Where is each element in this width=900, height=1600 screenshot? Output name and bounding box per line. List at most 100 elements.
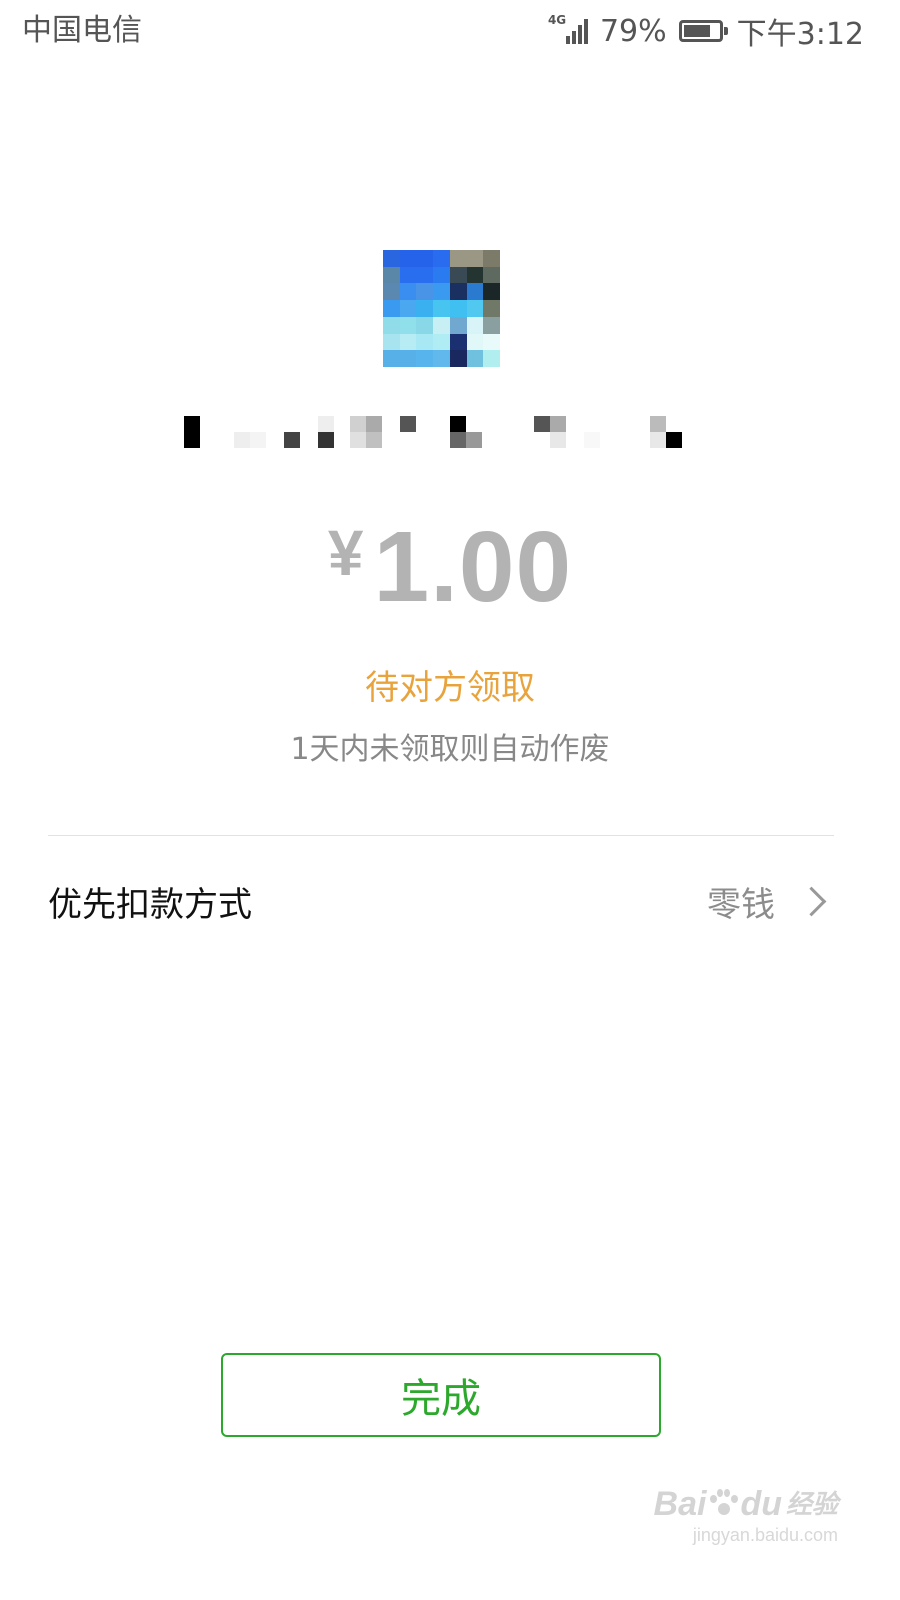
transfer-amount: ¥1.00 <box>0 510 900 625</box>
avatar-pixel <box>399 316 417 334</box>
avatar-pixel <box>466 300 484 317</box>
avatar-pixel <box>449 266 467 284</box>
avatar-pixel <box>416 300 434 317</box>
name-mosaic-block <box>318 432 334 448</box>
name-mosaic-block <box>350 432 366 448</box>
avatar-pixel <box>449 333 467 351</box>
avatar-pixel <box>383 350 400 367</box>
chevron-right-icon <box>796 886 827 916</box>
avatar-pixel <box>399 333 417 351</box>
name-mosaic-block <box>234 432 250 448</box>
avatar-pixel <box>416 316 434 334</box>
name-mosaic-block <box>584 432 600 448</box>
name-mosaic-block <box>366 432 382 448</box>
baidu-jingyan-watermark: Bai du 经验 jingyan.baidu.com <box>654 1485 838 1546</box>
avatar-pixel <box>483 250 500 267</box>
battery-percent: 79% <box>599 13 667 49</box>
currency-symbol: ¥ <box>327 517 364 589</box>
network-type-label: 4G <box>547 13 567 27</box>
avatar-pixel <box>449 316 467 334</box>
avatar-pixel <box>483 350 500 367</box>
name-mosaic-block <box>250 432 266 448</box>
avatar-pixel <box>449 250 467 267</box>
payment-method-label: 优先扣款方式 <box>48 884 252 925</box>
avatar-pixel <box>433 266 450 284</box>
avatar-pixel <box>416 266 434 284</box>
watermark-logo-suffix: 经验 <box>785 1489 838 1519</box>
avatar-pixel <box>483 283 500 301</box>
avatar-pixel <box>466 316 484 334</box>
avatar-pixel <box>466 266 484 284</box>
watermark-logo-right: du <box>740 1485 782 1523</box>
status-bar: 中国电信 4G 79% 下午3:12 <box>0 0 900 62</box>
name-mosaic-block <box>650 416 666 432</box>
signal-icon: 4G <box>548 14 592 48</box>
avatar-pixel <box>483 266 500 284</box>
avatar-pixel <box>433 250 450 267</box>
avatar-pixel <box>466 350 484 367</box>
divider <box>48 835 834 836</box>
avatar-pixel <box>433 316 450 334</box>
name-mosaic-block <box>534 416 550 432</box>
name-mosaic-block <box>400 416 416 432</box>
avatar-pixel <box>466 333 484 351</box>
avatar-pixel <box>416 333 434 351</box>
avatar-pixel <box>449 283 467 301</box>
avatar-pixel <box>399 300 417 317</box>
avatar-pixel <box>433 333 450 351</box>
avatar-pixel <box>399 250 417 267</box>
battery-icon <box>678 20 728 42</box>
name-mosaic-block <box>450 432 466 448</box>
name-mosaic-block <box>550 432 566 448</box>
name-mosaic-block <box>466 432 482 448</box>
watermark-url: jingyan.baidu.com <box>692 1525 838 1545</box>
payment-method-value-group: 零钱 <box>707 877 834 926</box>
avatar-pixel <box>433 283 450 301</box>
clock: 下午3:12 <box>736 17 864 52</box>
payment-method-value: 零钱 <box>707 884 775 925</box>
avatar-pixel <box>416 283 434 301</box>
name-mosaic-block <box>284 432 300 448</box>
transfer-status: 待对方领取 <box>365 668 535 708</box>
avatar-pixel <box>399 350 417 367</box>
name-mosaic-block <box>366 416 382 432</box>
avatar-pixel <box>483 316 500 334</box>
expire-note: 1天内未领取则自动作废 <box>290 732 610 767</box>
avatar-pixel <box>416 350 434 367</box>
avatar-pixel <box>383 316 400 334</box>
avatar-pixel <box>466 283 484 301</box>
battery-level-fill <box>683 25 710 37</box>
amount-value: 1.00 <box>373 511 573 623</box>
name-mosaic-block <box>550 416 566 432</box>
avatar-pixel <box>483 300 500 317</box>
avatar-pixel <box>383 283 400 301</box>
done-button[interactable]: 完成 <box>221 1353 661 1437</box>
avatar-pixel <box>449 350 467 367</box>
name-mosaic-block <box>184 416 200 448</box>
avatar-pixel <box>483 333 500 351</box>
name-mosaic-block <box>350 416 366 432</box>
avatar-pixel <box>383 333 400 351</box>
name-mosaic-block <box>666 432 682 448</box>
name-mosaic-block <box>650 432 666 448</box>
watermark-logo-left: Bai <box>653 1485 707 1523</box>
name-mosaic-block <box>450 416 466 432</box>
paw-icon <box>708 1489 739 1519</box>
avatar-pixel <box>433 350 450 367</box>
status-indicators: 4G 79% 下午3:12 <box>548 12 864 53</box>
avatar-pixel <box>466 250 484 267</box>
recipient-avatar <box>383 250 500 367</box>
avatar-pixel <box>449 300 467 317</box>
payment-method-row[interactable]: 优先扣款方式 零钱 <box>48 856 834 946</box>
avatar-pixel <box>383 300 400 317</box>
avatar-pixel <box>383 250 400 267</box>
avatar-pixel <box>416 250 434 267</box>
avatar-pixel <box>399 266 417 284</box>
watermark-logo: Bai du 经验 <box>654 1485 838 1523</box>
avatar-pixel <box>399 283 417 301</box>
recipient-name-obscured <box>180 414 690 452</box>
carrier-name: 中国电信 <box>22 13 142 48</box>
avatar-pixel <box>383 266 400 284</box>
avatar-pixel <box>433 300 450 317</box>
name-mosaic-block <box>318 416 334 432</box>
